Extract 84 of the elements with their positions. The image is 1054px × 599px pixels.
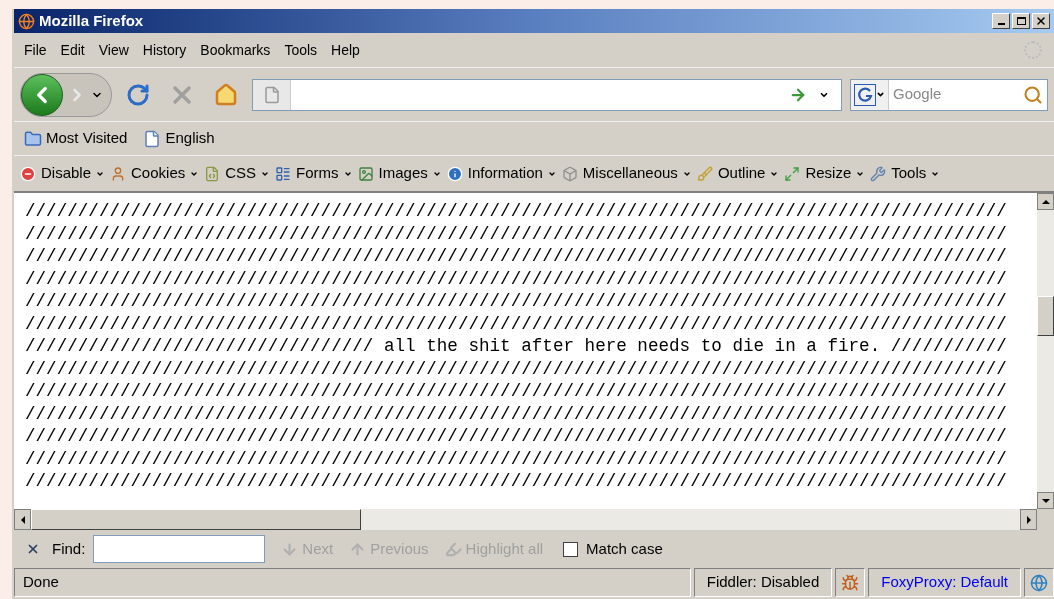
window-title: Mozilla Firefox (39, 10, 144, 31)
toolbar-menu-button[interactable]: Disable (20, 162, 105, 185)
text-line: ///////////////////////////////////////////////////////////////////////////////////////////// (25, 402, 1007, 425)
brush-icon (696, 165, 713, 182)
checkbox[interactable] (563, 541, 579, 557)
match-case-checkbox[interactable]: Match case (563, 537, 663, 561)
globe-icon[interactable] (1030, 573, 1048, 592)
text-line: ///////////////////////////////// all the shit after here needs to die in a fire. /////////// (25, 335, 1007, 358)
scroll-thumb[interactable] (1037, 296, 1054, 336)
image-icon (357, 165, 374, 182)
scroll-right-button[interactable] (1020, 509, 1037, 530)
highlighter-icon (444, 540, 462, 558)
toolbar-menu-button[interactable]: Miscellaneous (561, 162, 691, 185)
menu-item[interactable]: History (136, 37, 193, 63)
scroll-left-button[interactable] (14, 509, 31, 530)
text-line: ///////////////////////////////////////////////////////////////////////////////////////////// (25, 200, 1007, 223)
bookmark-item[interactable]: English (139, 127, 219, 150)
maximize-button[interactable] (1012, 13, 1030, 29)
find-label: Find: (52, 538, 86, 559)
home-icon (214, 82, 238, 107)
scroll-down-button[interactable] (1037, 492, 1054, 509)
scroll-thumb[interactable] (31, 509, 361, 530)
bookmark-item[interactable]: Most Visited (20, 127, 132, 150)
minimize-button[interactable] (992, 13, 1010, 29)
page-icon (262, 85, 281, 104)
menu-item[interactable]: Edit (54, 37, 91, 63)
toolbar-menu-button[interactable]: Cookies (110, 162, 199, 185)
menu-item[interactable]: Tools (278, 37, 324, 63)
minimize-icon (997, 23, 1005, 25)
text-line: ///////////////////////////////////////////////////////////////////////////////////////////// (25, 380, 1007, 403)
text-line: ///////////////////////////////////////////////////////////////////////////////////////////// (25, 267, 1007, 290)
menu-item[interactable]: Bookmarks (194, 37, 277, 63)
down-arrow-icon (1041, 498, 1050, 503)
search-input[interactable]: Google (889, 83, 1023, 106)
bug-icon[interactable] (841, 573, 860, 592)
text-line: ///////////////////////////////////////////////////////////////////////////////////////////// (25, 290, 1007, 313)
horizontal-scrollbar[interactable] (14, 509, 1037, 530)
dropdown-icon[interactable] (876, 90, 885, 99)
page-icon (143, 129, 162, 148)
reload-icon (126, 82, 150, 107)
up-arrow-icon (349, 540, 367, 558)
form-icon (275, 165, 292, 182)
text-line: ///////////////////////////////////////////////////////////////////////////////////////////// (25, 222, 1007, 245)
resize-icon (784, 165, 801, 182)
text-line: ///////////////////////////////////////////////////////////////////////////////////////////// (25, 447, 1007, 470)
close-button[interactable] (1032, 13, 1050, 29)
text-line: ///////////////////////////////////////////////////////////////////////////////////////////// (25, 470, 1007, 493)
text-line: ///////////////////////////////////////////////////////////////////////////////////////////// (25, 357, 1007, 380)
toolbar-menu-button[interactable]: Forms (275, 162, 352, 185)
search-field[interactable]: Google (850, 78, 1048, 111)
menu-item[interactable]: File (18, 37, 53, 63)
text-line: ///////////////////////////////////////////////////////////////////////////////////////////// (25, 312, 1007, 335)
maximize-icon (1016, 17, 1026, 25)
left-arrow-icon (20, 515, 25, 524)
info-icon (446, 165, 463, 182)
search-icon[interactable] (1023, 84, 1043, 105)
toolbar-menu-button[interactable]: Resize (784, 162, 865, 185)
google-icon (854, 83, 876, 106)
toolbar-menu-button[interactable]: Information (446, 162, 556, 185)
folder-icon (24, 129, 42, 148)
scroll-up-button[interactable] (1037, 193, 1054, 210)
find-input[interactable] (93, 535, 266, 563)
menu-item[interactable]: View (92, 37, 135, 63)
down-arrow-icon (281, 540, 299, 558)
close-icon (1035, 15, 1047, 27)
text-line: ///////////////////////////////////////////////////////////////////////////////////////////// (25, 245, 1007, 268)
status-text: Done (14, 568, 691, 597)
toolbar-menu-button[interactable]: CSS (204, 162, 270, 185)
cube-icon (561, 165, 578, 182)
wrench-icon (870, 165, 887, 182)
toolbar-menu-button[interactable]: Outline (696, 162, 779, 185)
back-button[interactable] (21, 73, 63, 116)
vertical-scrollbar[interactable] (1037, 193, 1054, 530)
toolbar-menu-button[interactable]: Images (357, 162, 441, 185)
right-arrow-icon (1026, 515, 1031, 524)
status-panel[interactable]: Fiddler: Disabled (693, 568, 833, 597)
menu-item[interactable]: Help (325, 37, 366, 63)
status-link[interactable]: FoxyProxy: Default (868, 568, 1021, 597)
close-icon (26, 542, 40, 556)
toolbar-menu-button[interactable]: Tools (870, 162, 940, 185)
css-icon (204, 165, 221, 182)
stop-icon (20, 165, 36, 182)
up-arrow-icon (1041, 199, 1050, 204)
text-line: ///////////////////////////////////////////////////////////////////////////////////////////// (25, 425, 1007, 448)
